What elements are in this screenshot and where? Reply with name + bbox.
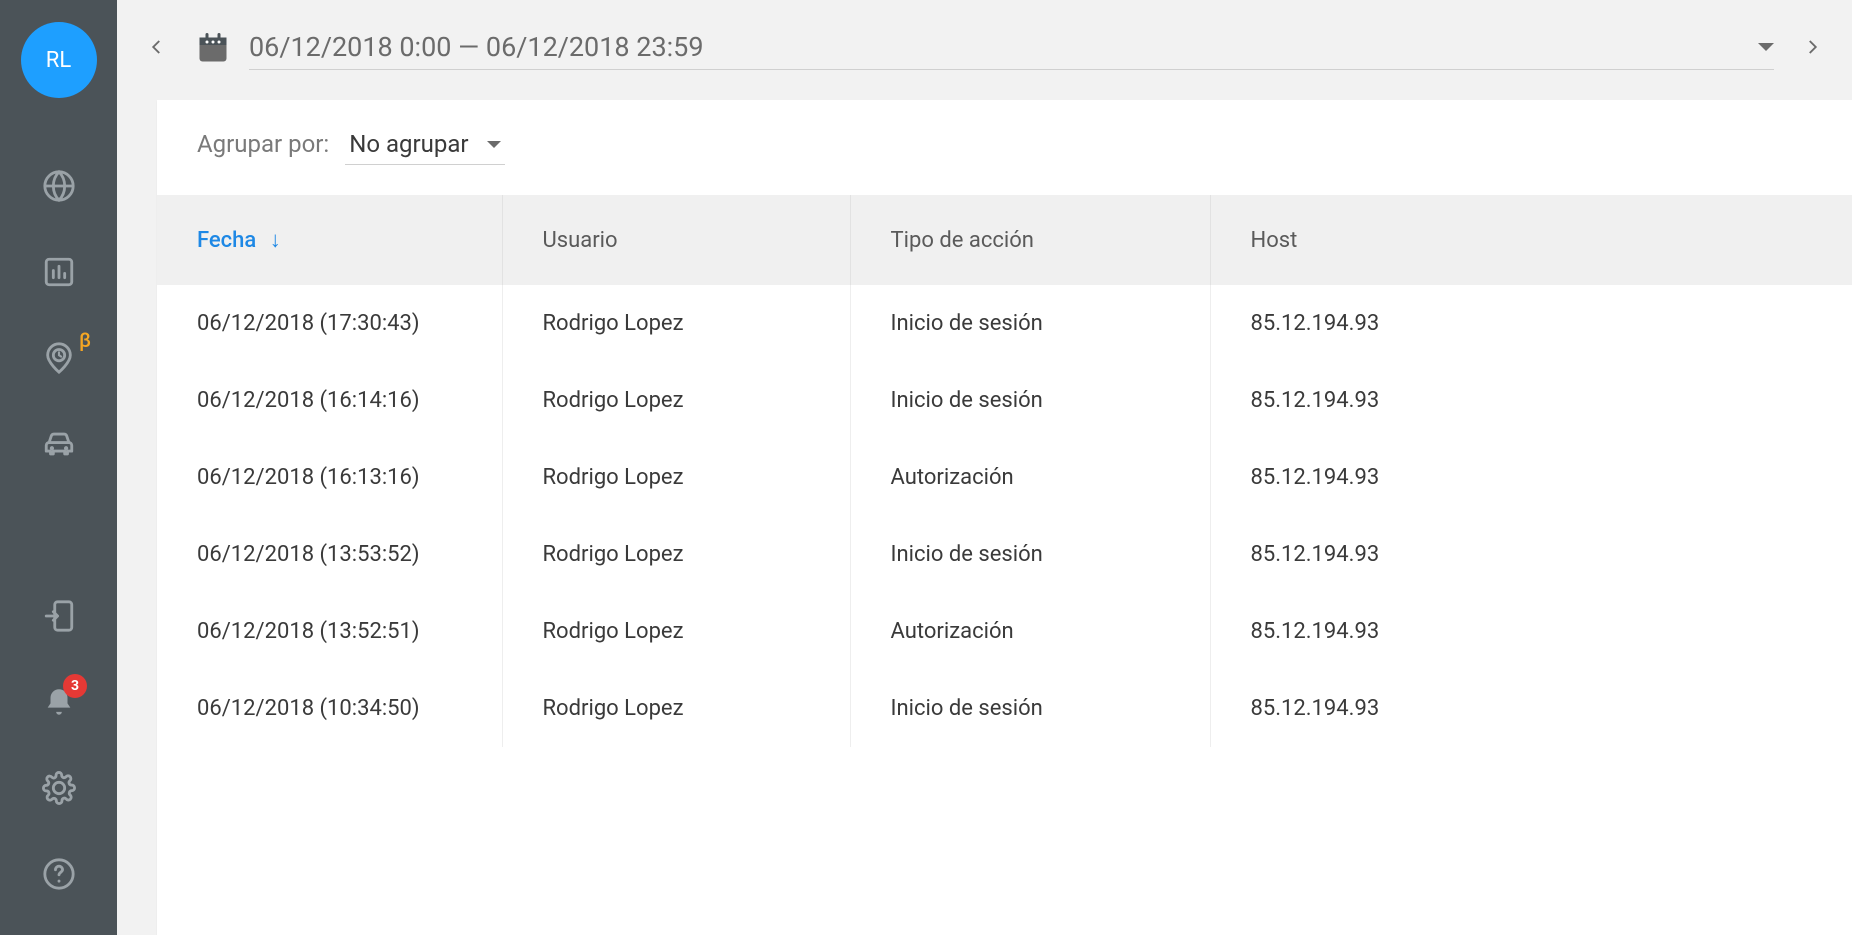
- nav-help[interactable]: [0, 852, 117, 900]
- table-row[interactable]: 06/12/2018 (13:52:51)Rodrigo LopezAutori…: [157, 593, 1852, 670]
- cell-host: 85.12.194.93: [1210, 439, 1852, 516]
- avatar[interactable]: RL: [21, 22, 97, 98]
- nav-notifications[interactable]: 3: [0, 680, 117, 728]
- car-icon: [42, 427, 76, 465]
- avatar-initials: RL: [46, 48, 71, 73]
- help-icon: [42, 857, 76, 895]
- col-header-accion-label: Tipo de acción: [891, 228, 1034, 253]
- cell-usuario: Rodrigo Lopez: [502, 439, 850, 516]
- sort-descending-icon: ↓: [270, 227, 281, 253]
- date-range-text: 06/12/2018 0:00 — 06/12/2018 23:59: [249, 31, 704, 63]
- cell-host: 85.12.194.93: [1210, 670, 1852, 747]
- dropdown-caret-icon: [1758, 43, 1774, 51]
- cell-host: 85.12.194.93: [1210, 285, 1852, 362]
- col-header-host[interactable]: Host: [1210, 195, 1852, 285]
- activity-card: Agrupar por: No agrupar Fecha ↓ Usuario: [157, 100, 1852, 935]
- nav-reports[interactable]: [0, 250, 117, 298]
- cell-fecha: 06/12/2018 (13:53:52): [157, 516, 502, 593]
- cell-host: 85.12.194.93: [1210, 362, 1852, 439]
- cell-fecha: 06/12/2018 (13:52:51): [157, 593, 502, 670]
- nav-settings[interactable]: [0, 766, 117, 814]
- dropdown-caret-icon: [487, 141, 501, 148]
- col-header-fecha[interactable]: Fecha ↓: [157, 195, 502, 285]
- col-header-usuario-label: Usuario: [543, 228, 618, 253]
- cell-accion: Autorización: [850, 593, 1210, 670]
- table-row[interactable]: 06/12/2018 (16:13:16)Rodrigo LopezAutori…: [157, 439, 1852, 516]
- cell-fecha: 06/12/2018 (16:14:16): [157, 362, 502, 439]
- nav-mobile[interactable]: [0, 594, 117, 642]
- table-row[interactable]: 06/12/2018 (10:34:50)Rodrigo LopezInicio…: [157, 670, 1852, 747]
- date-range-picker[interactable]: 06/12/2018 0:00 — 06/12/2018 23:59: [249, 31, 1774, 70]
- prev-day-button[interactable]: [137, 30, 177, 70]
- cell-fecha: 06/12/2018 (16:13:16): [157, 439, 502, 516]
- cell-accion: Inicio de sesión: [850, 670, 1210, 747]
- bar-chart-icon: [42, 255, 76, 293]
- group-by-select[interactable]: No agrupar: [345, 130, 504, 165]
- nav-history[interactable]: β: [0, 336, 117, 384]
- col-header-host-label: Host: [1251, 228, 1298, 253]
- cell-accion: Inicio de sesión: [850, 362, 1210, 439]
- nav-vehicles[interactable]: [0, 422, 117, 470]
- cell-usuario: Rodrigo Lopez: [502, 362, 850, 439]
- col-header-fecha-label: Fecha: [197, 228, 256, 253]
- group-by-label: Agrupar por:: [197, 130, 329, 158]
- table-row[interactable]: 06/12/2018 (13:53:52)Rodrigo LopezInicio…: [157, 516, 1852, 593]
- globe-icon: [42, 169, 76, 207]
- cell-host: 85.12.194.93: [1210, 593, 1852, 670]
- gear-icon: [42, 771, 76, 809]
- cell-usuario: Rodrigo Lopez: [502, 285, 850, 362]
- cell-fecha: 06/12/2018 (10:34:50): [157, 670, 502, 747]
- cell-host: 85.12.194.93: [1210, 516, 1852, 593]
- cell-fecha: 06/12/2018 (17:30:43): [157, 285, 502, 362]
- calendar-icon: [195, 30, 231, 70]
- chevron-right-icon: [1803, 33, 1821, 68]
- nav-web[interactable]: [0, 164, 117, 212]
- cell-usuario: Rodrigo Lopez: [502, 516, 850, 593]
- beta-badge: β: [79, 328, 91, 352]
- notification-count-badge: 3: [63, 674, 87, 698]
- date-bar: 06/12/2018 0:00 — 06/12/2018 23:59: [117, 0, 1852, 90]
- activity-table: Fecha ↓ Usuario Tipo de acción Host: [157, 195, 1852, 747]
- cell-accion: Inicio de sesión: [850, 516, 1210, 593]
- cell-accion: Inicio de sesión: [850, 285, 1210, 362]
- cell-accion: Autorización: [850, 439, 1210, 516]
- col-header-accion[interactable]: Tipo de acción: [850, 195, 1210, 285]
- group-by-value: No agrupar: [349, 130, 468, 158]
- col-header-usuario[interactable]: Usuario: [502, 195, 850, 285]
- clock-marker-icon: [42, 341, 76, 379]
- main-content: 06/12/2018 0:00 — 06/12/2018 23:59 Agrup…: [117, 0, 1852, 935]
- table-row[interactable]: 06/12/2018 (17:30:43)Rodrigo LopezInicio…: [157, 285, 1852, 362]
- cell-usuario: Rodrigo Lopez: [502, 593, 850, 670]
- group-by-row: Agrupar por: No agrupar: [157, 100, 1852, 195]
- mobile-login-icon: [42, 599, 76, 637]
- next-day-button[interactable]: [1792, 30, 1832, 70]
- table-row[interactable]: 06/12/2018 (16:14:16)Rodrigo LopezInicio…: [157, 362, 1852, 439]
- cell-usuario: Rodrigo Lopez: [502, 670, 850, 747]
- chevron-left-icon: [148, 33, 166, 68]
- sidebar: RL β: [0, 0, 117, 935]
